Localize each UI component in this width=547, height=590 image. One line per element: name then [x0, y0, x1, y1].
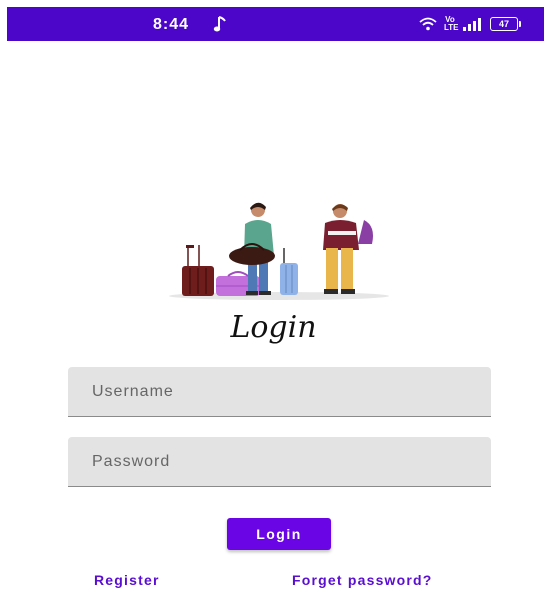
status-time: 8:44: [153, 16, 190, 33]
password-input[interactable]: [68, 437, 491, 486]
username-field[interactable]: [68, 367, 491, 417]
travelers-illustration: [169, 202, 389, 300]
login-title: Login: [230, 310, 317, 345]
password-field[interactable]: [68, 437, 491, 487]
status-bar: 8:44 Vo LTE 47: [7, 7, 544, 41]
login-button[interactable]: Login: [227, 518, 331, 550]
status-icons: Vo LTE 47: [419, 15, 521, 32]
username-input[interactable]: [68, 367, 491, 416]
signal-icon: [463, 18, 481, 31]
register-link[interactable]: Register: [94, 572, 160, 588]
wifi-icon: [419, 17, 437, 31]
volte-icon: Vo LTE: [444, 15, 459, 32]
music-note-icon: [213, 16, 226, 32]
battery-icon: 47: [490, 17, 521, 31]
forget-password-link[interactable]: Forget password?: [292, 572, 433, 588]
